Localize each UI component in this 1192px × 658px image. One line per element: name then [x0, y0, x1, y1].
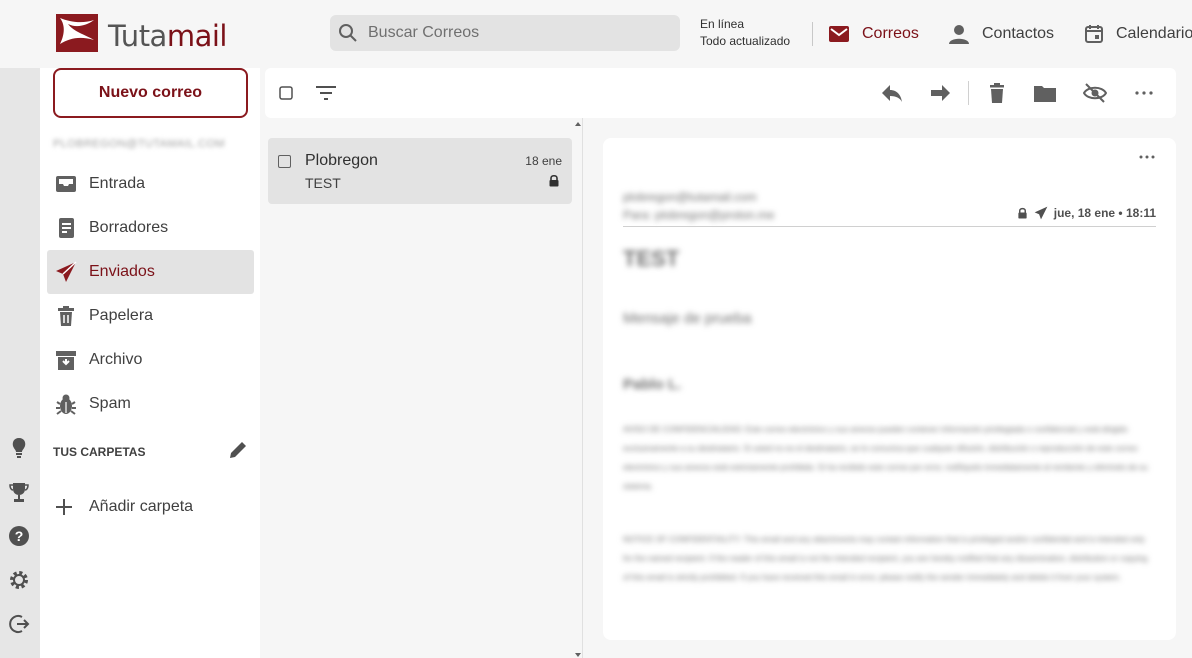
reader-subject: TEST [623, 246, 680, 271]
lightbulb-icon[interactable] [8, 437, 30, 459]
folder-trash-label: Papelera [89, 307, 154, 324]
calendar-icon [1085, 25, 1103, 43]
trash-icon[interactable] [985, 81, 1009, 105]
nav-calendar[interactable]: Calendario [1084, 20, 1192, 48]
plus-icon [56, 499, 72, 515]
scroll-up-arrow[interactable] [575, 122, 581, 126]
mail-icon [829, 26, 849, 42]
nav-mail-label: Correos [862, 25, 919, 42]
reply-icon[interactable] [880, 81, 904, 105]
mail-subject: TEST [305, 175, 341, 191]
mail-list: Plobregon 18 ene TEST [265, 118, 583, 658]
help-icon[interactable]: ? [8, 525, 30, 547]
tutamail-logo-icon[interactable] [56, 14, 98, 52]
mail-to: Para: plobregon@proton.me [623, 208, 775, 222]
folder-sidebar: Nuevo correo PLOBREGON@TUTAMAIL.COM Entr… [40, 68, 260, 658]
folder-inbox-label: Entrada [89, 175, 146, 192]
status-online: En línea [700, 17, 745, 31]
mail-reader: plobregon@tutamail.com Para: plobregon@p… [603, 138, 1176, 640]
person-icon [949, 25, 969, 44]
nav-divider [812, 22, 813, 46]
lock-icon [1018, 207, 1027, 219]
logout-icon[interactable] [8, 613, 30, 635]
forward-icon[interactable] [928, 81, 952, 105]
search-icon [339, 24, 357, 42]
reader-disclaimer-en: NOTICE OF CONFIDENTIALITY: This email an… [623, 535, 1148, 582]
scroll-down-arrow[interactable] [575, 653, 581, 657]
draft-icon [59, 218, 74, 238]
mail-meta: jue, 18 ene • 18:11 [1017, 206, 1156, 220]
eye-off-icon[interactable] [1083, 81, 1107, 105]
mail-datetime: jue, 18 ene • 18:11 [1053, 206, 1156, 220]
reader-disclaimer-es: AVISO DE CONFIDENCIALIDAD: Este correo e… [623, 425, 1148, 491]
archive-icon [56, 351, 76, 370]
filter-icon[interactable] [314, 81, 338, 105]
trophy-icon[interactable] [8, 481, 30, 503]
pencil-icon[interactable] [228, 440, 248, 460]
reader-body-line: Mensaje de prueba [623, 310, 752, 327]
left-rail: ? [0, 68, 40, 658]
nav-contacts-label: Contactos [982, 25, 1055, 42]
bug-icon [56, 394, 76, 415]
reader-signature: Pablo L. [623, 376, 682, 393]
folder-trash[interactable]: Papelera [47, 294, 254, 338]
add-folder-label: Añadir carpeta [89, 498, 194, 515]
nav-mail[interactable]: Correos [828, 20, 919, 48]
mail-date: 18 ene [525, 154, 562, 168]
nav-calendar-label: Calendario [1116, 25, 1192, 42]
inbox-icon [56, 176, 76, 192]
svg-text:?: ? [15, 528, 24, 544]
mail-list-item[interactable]: Plobregon 18 ene TEST [268, 138, 572, 204]
app-header: Tutamail En línea Todo actualizado Corre… [0, 0, 1192, 68]
add-folder-button[interactable]: Añadir carpeta [53, 496, 193, 518]
header-divider [623, 226, 1156, 227]
mail-select-checkbox[interactable] [278, 155, 291, 168]
new-mail-button[interactable]: Nuevo correo [53, 68, 248, 118]
connection-status: En línea Todo actualizado [700, 16, 790, 50]
send-icon [1034, 206, 1048, 220]
search-input[interactable] [368, 15, 668, 51]
folder-drafts-label: Borradores [89, 219, 169, 236]
your-folders-heading: TUS CARPETAS [53, 445, 146, 459]
folder-sent[interactable]: Enviados [47, 250, 254, 294]
lock-icon [549, 174, 559, 187]
folder-spam[interactable]: Spam [47, 382, 254, 426]
trash-icon [58, 306, 74, 326]
folder-move-icon[interactable] [1033, 81, 1057, 105]
mail-from: plobregon@tutamail.com [623, 190, 757, 204]
folder-spam-label: Spam [89, 395, 131, 412]
mail-toolbar [265, 68, 1176, 118]
more-options-icon[interactable] [1138, 154, 1156, 160]
search-bar[interactable] [330, 15, 680, 51]
folder-archive[interactable]: Archivo [47, 338, 254, 382]
app-logo-text: Tutamail [108, 19, 227, 53]
folder-archive-label: Archivo [89, 351, 143, 368]
folder-drafts[interactable]: Borradores [47, 206, 254, 250]
folder-sent-label: Enviados [89, 263, 155, 280]
nav-contacts[interactable]: Contactos [948, 20, 1054, 48]
status-updated: Todo actualizado [700, 34, 791, 48]
gear-icon[interactable] [8, 569, 30, 591]
folder-inbox[interactable]: Entrada [47, 162, 254, 206]
toolbar-divider [968, 81, 969, 105]
select-all-checkbox[interactable] [279, 86, 293, 100]
mail-sender: Plobregon [305, 152, 378, 169]
account-email: PLOBREGON@TUTAMAIL.COM [53, 138, 225, 150]
send-icon [56, 261, 77, 282]
more-options-icon[interactable] [1132, 81, 1156, 105]
